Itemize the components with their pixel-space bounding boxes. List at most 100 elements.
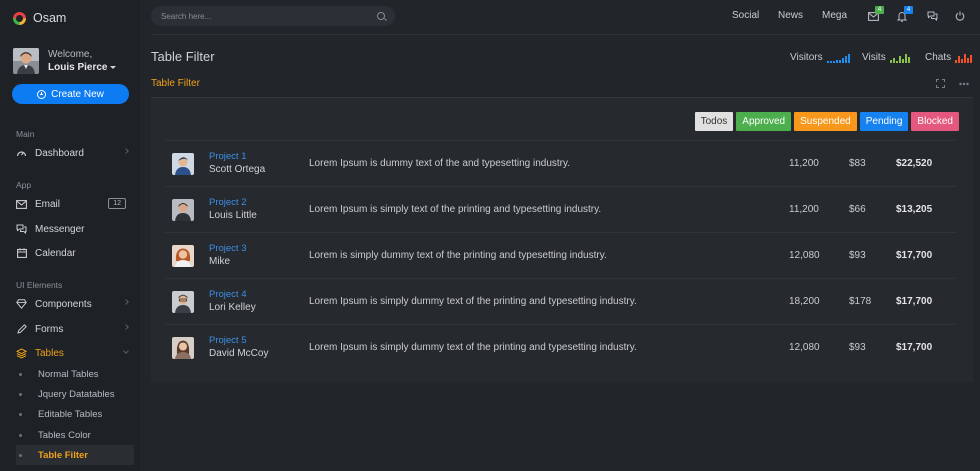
project-link[interactable]: Project 3 bbox=[209, 243, 247, 254]
row-quantity: 11,200 bbox=[789, 204, 819, 215]
email-count-badge: 12 bbox=[108, 198, 126, 209]
chevron-right-icon bbox=[123, 148, 129, 154]
diamond-icon bbox=[16, 299, 27, 310]
chevron-right-icon bbox=[123, 324, 129, 330]
row-quantity: 12,080 bbox=[789, 250, 820, 261]
table-row[interactable]: Project 3 Mike Lorem is simply dummy tex… bbox=[165, 232, 956, 278]
sidebar-item-forms[interactable]: Forms bbox=[16, 321, 129, 337]
stat-chats: Chats bbox=[925, 52, 973, 63]
brand-logo-icon bbox=[13, 11, 26, 25]
chat-icon bbox=[927, 11, 937, 21]
page-title: Table Filter bbox=[151, 49, 215, 64]
row-total: $17,700 bbox=[896, 250, 933, 261]
filter-approved-button[interactable]: Approved bbox=[736, 112, 792, 131]
sidebar-subitem-tables-color[interactable]: Tables Color bbox=[16, 425, 134, 445]
row-total: $17,700 bbox=[896, 296, 933, 307]
sidebar-item-components[interactable]: Components bbox=[16, 296, 129, 312]
project-link[interactable]: Project 2 bbox=[209, 197, 247, 208]
card-title: Table Filter bbox=[151, 78, 200, 89]
filter-buttons: Todos Approved Suspended Pending Blocked bbox=[694, 112, 959, 131]
stat-visits: Visits bbox=[862, 52, 910, 63]
search-input[interactable] bbox=[161, 11, 377, 21]
brand[interactable]: Osam bbox=[13, 10, 66, 26]
project-link[interactable]: Project 4 bbox=[209, 289, 247, 300]
calendar-icon bbox=[16, 248, 27, 259]
person-name: Lori Kelley bbox=[209, 302, 256, 313]
sidebar-subitem-jquery-datatables[interactable]: Jquery Datatables bbox=[16, 384, 134, 404]
row-price: $83 bbox=[849, 158, 866, 169]
person-name: David McCoy bbox=[209, 348, 269, 359]
create-new-button[interactable]: Create New bbox=[12, 84, 129, 104]
user-profile: Welcome, Louis Pierce bbox=[13, 48, 117, 74]
section-app: App bbox=[16, 180, 32, 190]
sidebar-item-tables[interactable]: Tables bbox=[16, 345, 129, 361]
topnav-news[interactable]: News bbox=[778, 10, 803, 21]
table-row[interactable]: Project 2 Louis Little Lorem Ipsum is si… bbox=[165, 186, 956, 232]
table-row[interactable]: Project 1 Scott Ortega Lorem Ipsum is du… bbox=[165, 140, 956, 186]
row-price: $93 bbox=[849, 250, 866, 261]
bell-badge: 4 bbox=[904, 6, 913, 14]
stat-visitors: Visitors bbox=[790, 52, 850, 63]
user-name[interactable]: Louis Pierce bbox=[48, 62, 117, 73]
person-name: Mike bbox=[209, 256, 231, 267]
sidebar-subitem-normal-tables[interactable]: Normal Tables bbox=[16, 364, 134, 384]
row-description: Lorem Ipsum is dummy text of the and typ… bbox=[309, 158, 571, 169]
caret-down-icon bbox=[110, 65, 117, 69]
sidebar-subitem-editable-tables[interactable]: Editable Tables bbox=[16, 404, 134, 424]
dashboard-icon bbox=[16, 148, 27, 159]
user-avatar[interactable] bbox=[13, 48, 39, 74]
row-description: Lorem Ipsum is simply text of the printi… bbox=[309, 204, 602, 215]
table-rows: Project 1 Scott Ortega Lorem Ipsum is du… bbox=[165, 140, 956, 370]
mail-notifications[interactable]: 4 bbox=[867, 6, 884, 22]
table-filter-card: Todos Approved Suspended Pending Blocked… bbox=[151, 97, 973, 382]
row-quantity: 18,200 bbox=[789, 296, 820, 307]
project-link[interactable]: Project 1 bbox=[209, 151, 247, 162]
sidebar-subitem-table-filter[interactable]: Table Filter bbox=[16, 445, 134, 465]
pencil-icon bbox=[16, 324, 27, 335]
topnav-social[interactable]: Social bbox=[732, 10, 759, 21]
avatar bbox=[172, 245, 194, 267]
bell-notifications[interactable]: 4 bbox=[896, 6, 913, 22]
chat-button[interactable] bbox=[926, 10, 938, 22]
row-description: Lorem is simply dummy text of the printi… bbox=[309, 250, 607, 261]
topnav-mega[interactable]: Mega bbox=[822, 10, 847, 21]
project-link[interactable]: Project 5 bbox=[209, 335, 247, 346]
mail-icon bbox=[16, 199, 27, 210]
chevron-right-icon bbox=[123, 299, 129, 305]
row-description: Lorem Ipsum is simply dummy text of the … bbox=[309, 296, 637, 307]
fullscreen-icon[interactable] bbox=[936, 79, 945, 90]
visitors-sparkline bbox=[826, 54, 850, 63]
visits-sparkline bbox=[889, 54, 910, 63]
search-icon[interactable] bbox=[377, 12, 385, 20]
power-button[interactable] bbox=[954, 10, 966, 22]
sidebar-item-messenger[interactable]: Messenger bbox=[16, 221, 128, 237]
more-options-icon[interactable] bbox=[959, 79, 969, 90]
table-row[interactable]: Project 4 Lori Kelley Lorem Ipsum is sim… bbox=[165, 278, 956, 324]
filter-blocked-button[interactable]: Blocked bbox=[911, 112, 959, 131]
filter-suspended-button[interactable]: Suspended bbox=[794, 112, 857, 131]
sidebar-item-email[interactable]: Email 12 bbox=[16, 196, 128, 212]
sidebar: Osam Welcome, Louis Pierce Create New Ma… bbox=[0, 0, 140, 471]
avatar bbox=[172, 337, 194, 359]
row-price: $178 bbox=[849, 296, 872, 307]
sidebar-item-calendar[interactable]: Calendar bbox=[16, 245, 128, 261]
row-price: $93 bbox=[849, 342, 866, 353]
layers-icon bbox=[16, 347, 27, 359]
person-name: Louis Little bbox=[209, 210, 257, 221]
brand-name: Osam bbox=[33, 11, 67, 25]
search-box bbox=[151, 6, 395, 26]
row-total: $22,520 bbox=[896, 158, 933, 169]
chat-icon bbox=[16, 224, 27, 235]
avatar bbox=[172, 153, 194, 175]
filter-pending-button[interactable]: Pending bbox=[859, 112, 909, 131]
table-row[interactable]: Project 5 David McCoy Lorem Ipsum is sim… bbox=[165, 324, 956, 370]
filter-todos-button[interactable]: Todos bbox=[694, 112, 734, 131]
row-quantity: 11,200 bbox=[789, 158, 819, 169]
row-description: Lorem Ipsum is simply dummy text of the … bbox=[309, 342, 637, 353]
avatar bbox=[172, 291, 194, 313]
person-name: Scott Ortega bbox=[209, 164, 266, 175]
header-divider bbox=[151, 34, 980, 35]
chats-sparkline bbox=[955, 54, 973, 63]
sidebar-item-dashboard[interactable]: Dashboard bbox=[16, 145, 129, 161]
section-ui-elements: UI Elements bbox=[16, 280, 63, 290]
